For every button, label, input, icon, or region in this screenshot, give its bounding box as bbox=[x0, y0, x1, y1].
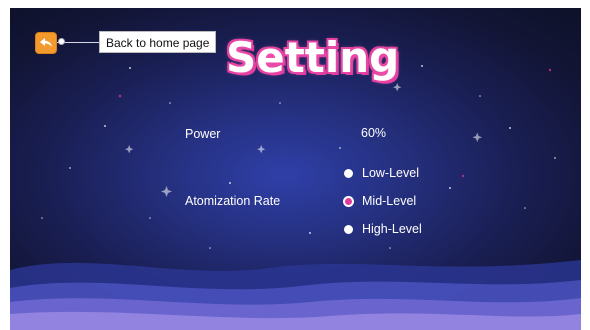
back-arrow-icon bbox=[40, 38, 52, 47]
option-high-level[interactable]: High-Level bbox=[344, 222, 422, 236]
radio-mid-level[interactable] bbox=[344, 196, 353, 206]
back-button[interactable] bbox=[35, 32, 57, 54]
settings-screen: Back to home page Setting Power 60% Atom… bbox=[10, 8, 581, 330]
power-label: Power bbox=[185, 127, 221, 141]
option-low-level-label: Low-Level bbox=[362, 166, 419, 180]
option-mid-level[interactable]: Mid-Level bbox=[344, 194, 416, 208]
page-title: Setting bbox=[224, 32, 400, 84]
back-callout-label: Back to home page bbox=[99, 31, 217, 53]
callout-dot bbox=[58, 38, 65, 45]
wave-decoration bbox=[10, 260, 581, 330]
radio-high-level[interactable] bbox=[344, 224, 353, 234]
option-high-level-label: High-Level bbox=[362, 222, 422, 236]
atomization-rate-label: Atomization Rate bbox=[185, 194, 281, 208]
option-low-level[interactable]: Low-Level bbox=[344, 166, 419, 180]
radio-low-level[interactable] bbox=[344, 168, 353, 178]
power-value[interactable]: 60% bbox=[361, 126, 386, 140]
option-mid-level-label: Mid-Level bbox=[362, 194, 417, 208]
